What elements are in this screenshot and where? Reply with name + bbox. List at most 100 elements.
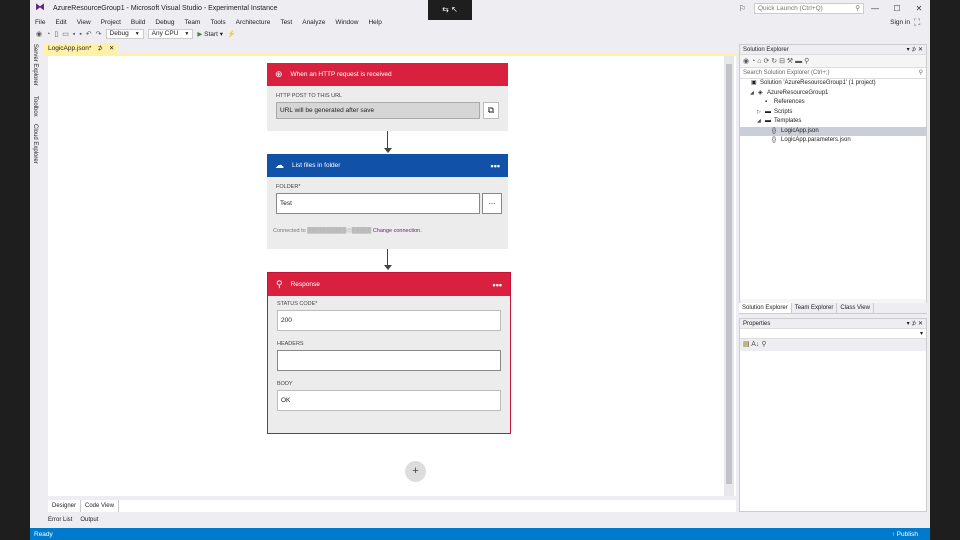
panel-controls-icon[interactable]: ▾ ⊅ ✕ [907,45,923,55]
flow-connector [387,131,388,149]
tree-item[interactable]: {} LogicApp.json [740,126,926,136]
tab-solution-explorer[interactable]: Solution Explorer [739,303,792,313]
categorized-icon[interactable]: ▤ [743,341,750,348]
solution-search-input[interactable]: Search Solution Explorer (Ctrl+;) ⚲ [740,68,926,79]
forward-icon[interactable]: ◔ [46,31,50,38]
sign-in-link[interactable]: Sign in [890,19,910,26]
tab-designer[interactable]: Designer [48,500,82,512]
menu-build[interactable]: Build [126,19,150,26]
avatar-icon[interactable]: ⛶ [914,17,924,27]
menu-tools[interactable]: Tools [205,19,230,26]
refresh-icon[interactable]: ↻ [771,58,777,65]
start-button[interactable]: ▶ Start ▾ [197,30,223,38]
tree-item[interactable]: {} LogicApp.parameters.json [740,136,926,146]
tree-item[interactable]: ▣ Solution 'AzureResourceGroup1' (1 proje… [740,79,926,89]
expand-arrow-icon[interactable]: ◢ [757,117,765,127]
home-icon[interactable]: ⌂ [757,58,761,65]
notification-flag-icon[interactable]: ⚐ [739,4,746,13]
menu-architecture[interactable]: Architecture [231,19,276,26]
collapse-icon[interactable]: ⊟ [779,58,785,65]
menu-project[interactable]: Project [96,19,126,26]
connection-info: Connected to ██████████@█████ Change con… [273,228,422,234]
copy-url-button[interactable]: ⧉ [483,102,499,119]
change-connection-link[interactable]: Change connection. [373,228,422,234]
trigger-card[interactable]: ⊕ When an HTTP request is received HTTP … [267,63,508,131]
forward-icon[interactable]: ◔ [751,58,755,65]
response-card-header[interactable]: ⚲ Response ••• [268,273,510,296]
quick-launch-input[interactable]: Quick Launch (Ctrl+Q) ⚲ [754,2,864,14]
expand-arrow-icon[interactable]: ◢ [750,89,758,99]
properties-object-select[interactable]: ▾ [740,329,926,339]
folder-picker-button[interactable]: ... [482,193,502,214]
status-code-input[interactable]: 200 [277,310,501,331]
menu-team[interactable]: Team [180,19,206,26]
alphabetical-icon[interactable]: A↓ [751,341,759,348]
tab-class-view[interactable]: Class View [837,303,874,313]
tree-item[interactable]: ▷ ▬ Scripts [740,108,926,118]
sync-icon[interactable]: ⟳ [763,58,769,65]
headers-input[interactable] [277,350,501,371]
toolbar-popup[interactable]: ⇆ ↖ [428,0,472,20]
menu-edit[interactable]: Edit [50,19,71,26]
solution-panel-tabs: Solution Explorer Team Explorer Class Vi… [739,303,927,313]
menu-view[interactable]: View [72,19,96,26]
save-all-icon[interactable]: ▪ [79,31,81,38]
menu-debug[interactable]: Debug [150,19,179,26]
undo-icon[interactable]: ↶ [86,30,92,38]
menu-analyze[interactable]: Analyze [297,19,330,26]
close-icon[interactable]: ✕ [109,44,114,54]
card-menu-button[interactable]: ••• [491,161,500,171]
tab-logicapp-json[interactable]: LogicApp.json* ⊅ ✕ [44,44,119,54]
properties-icon[interactable]: ⚒ [787,58,793,65]
new-project-icon[interactable]: ▯ [54,30,58,38]
pin-icon[interactable]: ⊅ [97,44,102,54]
body-input[interactable]: OK [277,390,501,411]
designer-vertical-scrollbar[interactable] [724,56,734,496]
file-icon: ▬ [765,118,771,124]
scrollbar-thumb[interactable] [726,64,732,484]
body-label: BODY [277,381,293,387]
attach-icon[interactable]: ⚡ [227,30,236,38]
panel-controls-icon[interactable]: ▾ ⊅ ✕ [907,319,923,329]
preview-icon[interactable]: ▬ [795,58,802,65]
list-files-card[interactable]: ☁ List files in folder ••• FOLDER* Test … [267,154,508,249]
side-tab-cloud-explorer[interactable]: Cloud Explorer [32,124,38,164]
tab-code-view[interactable]: Code View [81,500,119,512]
menu-window[interactable]: Window [330,19,363,26]
tab-team-explorer[interactable]: Team Explorer [792,303,838,313]
card-menu-button[interactable]: ••• [493,280,502,290]
close-button[interactable]: ✕ [908,4,930,13]
tree-item[interactable]: ▪ References [740,98,926,108]
menu-test[interactable]: Test [275,19,297,26]
right-frame [930,0,960,540]
tree-item[interactable]: ◢ ◈ AzureResourceGroup1 [740,89,926,99]
list-files-card-header[interactable]: ☁ List files in folder ••• [267,154,508,177]
menu-file[interactable]: File [30,19,50,26]
trigger-card-header[interactable]: ⊕ When an HTTP request is received [267,63,508,86]
tab-output[interactable]: Output [76,517,102,523]
maximize-button[interactable]: ☐ [886,4,908,13]
wrench-icon[interactable]: ⚲ [804,58,809,65]
tree-item-label: LogicApp.parameters.json [781,137,851,143]
back-icon[interactable]: ◉ [743,58,749,65]
file-icon: {} [772,127,777,134]
add-step-button[interactable]: + [405,461,426,482]
open-icon[interactable]: ▭ [62,30,69,38]
save-icon[interactable]: ▪ [73,31,75,38]
publish-button[interactable]: ↑ Publish [892,531,918,538]
folder-input[interactable]: Test [276,193,480,214]
redo-icon[interactable]: ↷ [96,30,102,38]
side-tool-strip: Server Explorer Toolbox Cloud Explorer [30,40,44,514]
response-card[interactable]: ⚲ Response ••• STATUS CODE* 200 HEADERS … [267,272,511,434]
minimize-button[interactable]: — [864,4,886,13]
property-pages-icon[interactable]: ⚲ [761,341,766,348]
tree-item[interactable]: ◢ ▬ Templates [740,117,926,127]
side-tab-toolbox[interactable]: Toolbox [32,96,38,117]
platform-select[interactable]: Any CPU ▼ [147,29,194,39]
back-icon[interactable]: ◉ [36,30,42,38]
configuration-select[interactable]: Debug ▼ [105,29,144,39]
expand-arrow-icon[interactable]: ▷ [757,108,765,118]
menu-help[interactable]: Help [363,19,386,26]
side-tab-server-explorer[interactable]: Server Explorer [32,44,38,86]
tab-error-list[interactable]: Error List [44,517,76,523]
